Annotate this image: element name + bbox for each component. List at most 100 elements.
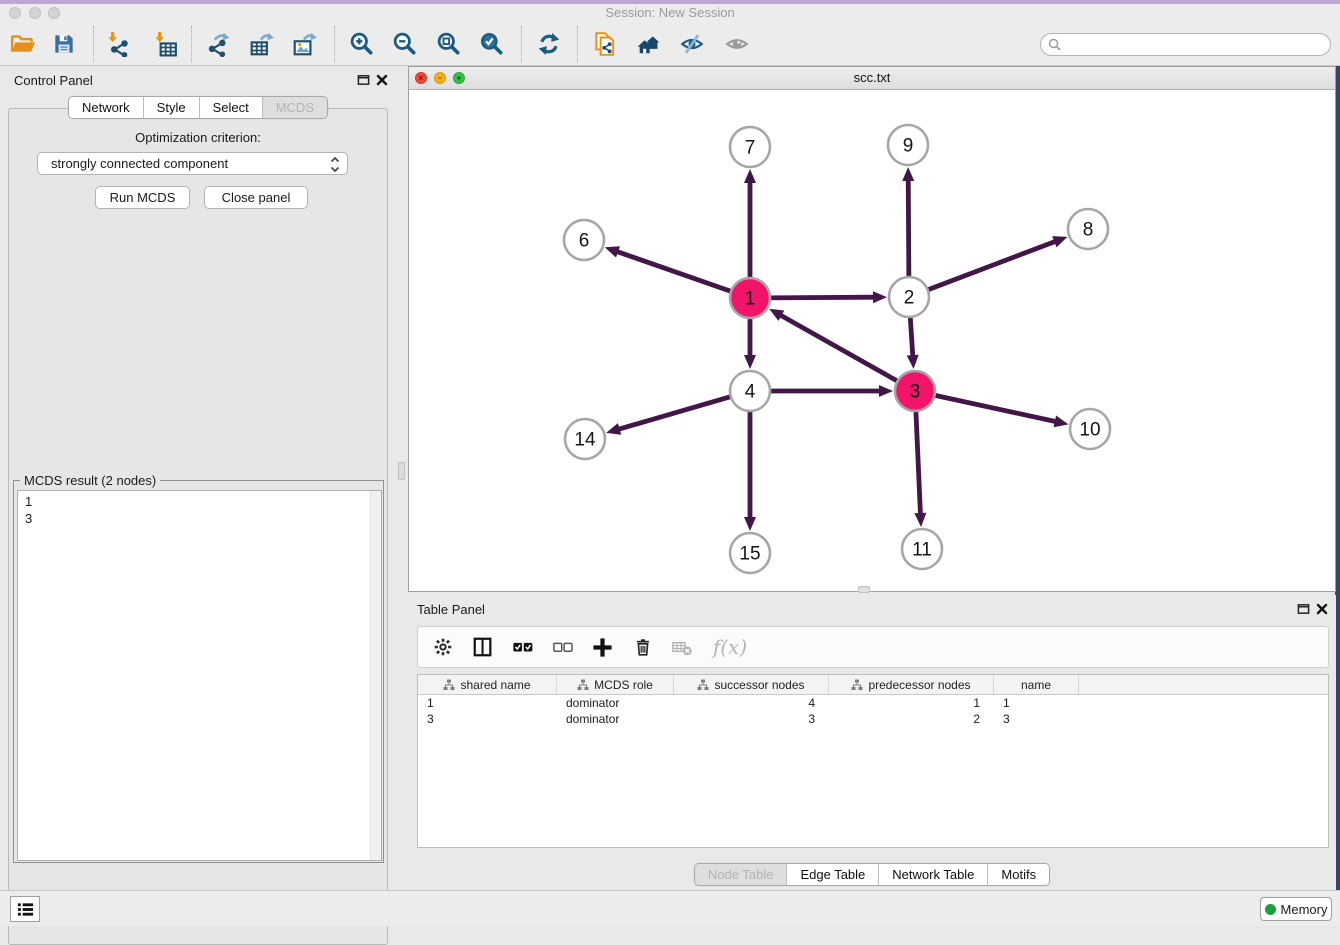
deselect-all-icon[interactable] <box>550 635 575 660</box>
panel-splitter-handle[interactable] <box>398 462 405 480</box>
graph-edge-1-2[interactable] <box>764 297 876 298</box>
graph-edge-arrowhead <box>744 517 756 531</box>
network-minimize-icon[interactable]: − <box>434 72 446 84</box>
zoom-fit-icon[interactable] <box>432 27 466 61</box>
table-cell[interactable]: dominator <box>557 711 674 727</box>
hide-graphics-details-icon[interactable] <box>675 27 709 61</box>
tab-style[interactable]: Style <box>143 97 199 118</box>
graph-edge-3-11[interactable] <box>916 405 921 516</box>
table-cell[interactable]: 1 <box>829 695 994 711</box>
delete-column-icon[interactable] <box>630 635 655 660</box>
task-history-button[interactable] <box>10 896 40 922</box>
import-table-icon[interactable] <box>148 27 182 61</box>
graph-node-8[interactable]: 8 <box>1068 209 1108 249</box>
graph-edge-3-10[interactable] <box>929 394 1058 422</box>
zoom-selected-icon[interactable] <box>475 27 509 61</box>
apply-layout-icon[interactable] <box>532 27 566 61</box>
column-header-name[interactable]: name <box>994 675 1079 694</box>
tab-edge-table[interactable]: Edge Table <box>786 864 878 885</box>
float-panel-icon[interactable] <box>356 73 370 86</box>
tab-network-table[interactable]: Network Table <box>878 864 987 885</box>
show-column-panel-icon[interactable] <box>470 635 495 660</box>
graph-edge-3-1[interactable] <box>779 314 903 384</box>
table-cell[interactable]: 1 <box>994 695 1079 711</box>
duplicate-network-icon[interactable] <box>588 27 622 61</box>
table-row[interactable]: 3dominator323 <box>418 711 1328 727</box>
network-close-icon[interactable]: × <box>415 72 427 84</box>
graph-node-2[interactable]: 2 <box>889 277 929 317</box>
float-panel-icon[interactable] <box>1296 602 1310 615</box>
graph-canvas[interactable]: 7 9 6 8 1 2 4 3 14 10 15 11 <box>409 90 1335 591</box>
toolbar-separator <box>334 26 335 62</box>
tab-select[interactable]: Select <box>199 97 262 118</box>
column-header-shared-name[interactable]: shared name <box>418 675 557 694</box>
node-table-body: 1dominator4113dominator323 <box>418 695 1328 727</box>
network-table-splitter-handle[interactable] <box>858 586 870 593</box>
network-window-titlebar[interactable]: × − + scc.txt <box>409 67 1335 90</box>
graph-node-14[interactable]: 14 <box>565 419 605 459</box>
table-cell[interactable]: dominator <box>557 695 674 711</box>
criterion-select[interactable]: strongly connected component <box>37 152 348 175</box>
window-zoom-button[interactable] <box>48 7 60 19</box>
home-icon[interactable] <box>632 27 666 61</box>
add-column-icon[interactable] <box>590 635 615 660</box>
graph-edge-2-9[interactable] <box>908 178 909 283</box>
table-cell[interactable]: 2 <box>829 711 994 727</box>
export-table-icon[interactable] <box>245 27 279 61</box>
close-panel-icon[interactable] <box>375 73 389 86</box>
table-cell[interactable]: 4 <box>674 695 829 711</box>
table-cell[interactable]: 3 <box>674 711 829 727</box>
select-all-icon[interactable] <box>510 635 535 660</box>
status-bar: Memory <box>0 890 1340 926</box>
graph-edge-1-6[interactable] <box>615 251 737 293</box>
tab-network[interactable]: Network <box>69 97 143 118</box>
table-cell[interactable]: 1 <box>418 695 557 711</box>
tab-motifs[interactable]: Motifs <box>987 864 1049 885</box>
tab-node-table[interactable]: Node Table <box>695 864 787 885</box>
memory-button[interactable]: Memory <box>1260 897 1332 921</box>
settings-icon[interactable] <box>430 635 455 660</box>
search-field <box>1040 33 1331 56</box>
graph-node-7[interactable]: 7 <box>730 127 770 167</box>
graph-node-15[interactable]: 15 <box>730 533 770 573</box>
graph-node-9[interactable]: 9 <box>888 125 928 165</box>
open-session-icon[interactable] <box>6 27 40 61</box>
column-header-predecessor-nodes[interactable]: predecessor nodes <box>829 675 994 694</box>
main-toolbar <box>0 22 1340 66</box>
export-network-icon[interactable] <box>201 27 235 61</box>
window-close-button[interactable] <box>9 7 21 19</box>
graph-node-6[interactable]: 6 <box>564 220 604 260</box>
graph-edge-2-8[interactable] <box>922 241 1057 292</box>
zoom-in-icon[interactable] <box>345 27 379 61</box>
tab-mcds[interactable]: MCDS <box>262 97 327 118</box>
table-cell[interactable]: 3 <box>994 711 1079 727</box>
toolbar-separator <box>521 26 522 62</box>
control-panel: Control Panel NetworkStyleSelectMCDS Opt… <box>0 66 396 890</box>
save-session-icon[interactable] <box>47 27 81 61</box>
svg-text:4: 4 <box>745 382 756 403</box>
import-network-icon[interactable] <box>101 27 135 61</box>
window-minimize-button[interactable] <box>29 7 41 19</box>
svg-text:2: 2 <box>904 288 915 309</box>
graph-node-11[interactable]: 11 <box>902 529 942 569</box>
search-input[interactable] <box>1062 35 1330 54</box>
graph-node-10[interactable]: 10 <box>1070 409 1110 449</box>
network-maximize-icon[interactable]: + <box>453 72 465 84</box>
graph-edge-arrowhead <box>914 513 926 527</box>
column-header-successor-nodes[interactable]: successor nodes <box>674 675 829 694</box>
graph-node-4[interactable]: 4 <box>730 371 770 411</box>
column-header-MCDS-role[interactable]: MCDS role <box>557 675 674 694</box>
result-scrollbar[interactable] <box>370 491 381 860</box>
table-cell[interactable]: 3 <box>418 711 557 727</box>
show-graphics-details-icon <box>720 27 754 61</box>
graph-node-1[interactable]: 1 <box>730 278 770 318</box>
run-mcds-button[interactable]: Run MCDS <box>95 186 190 209</box>
mcds-result-box[interactable]: 1 3 <box>17 490 382 861</box>
graph-node-3[interactable]: 3 <box>895 371 935 411</box>
close-panel-icon[interactable] <box>1315 602 1329 615</box>
export-image-icon[interactable] <box>288 27 322 61</box>
table-row[interactable]: 1dominator411 <box>418 695 1328 711</box>
graph-edge-4-14[interactable] <box>617 395 737 430</box>
close-panel-button[interactable]: Close panel <box>204 186 308 209</box>
zoom-out-icon[interactable] <box>388 27 422 61</box>
